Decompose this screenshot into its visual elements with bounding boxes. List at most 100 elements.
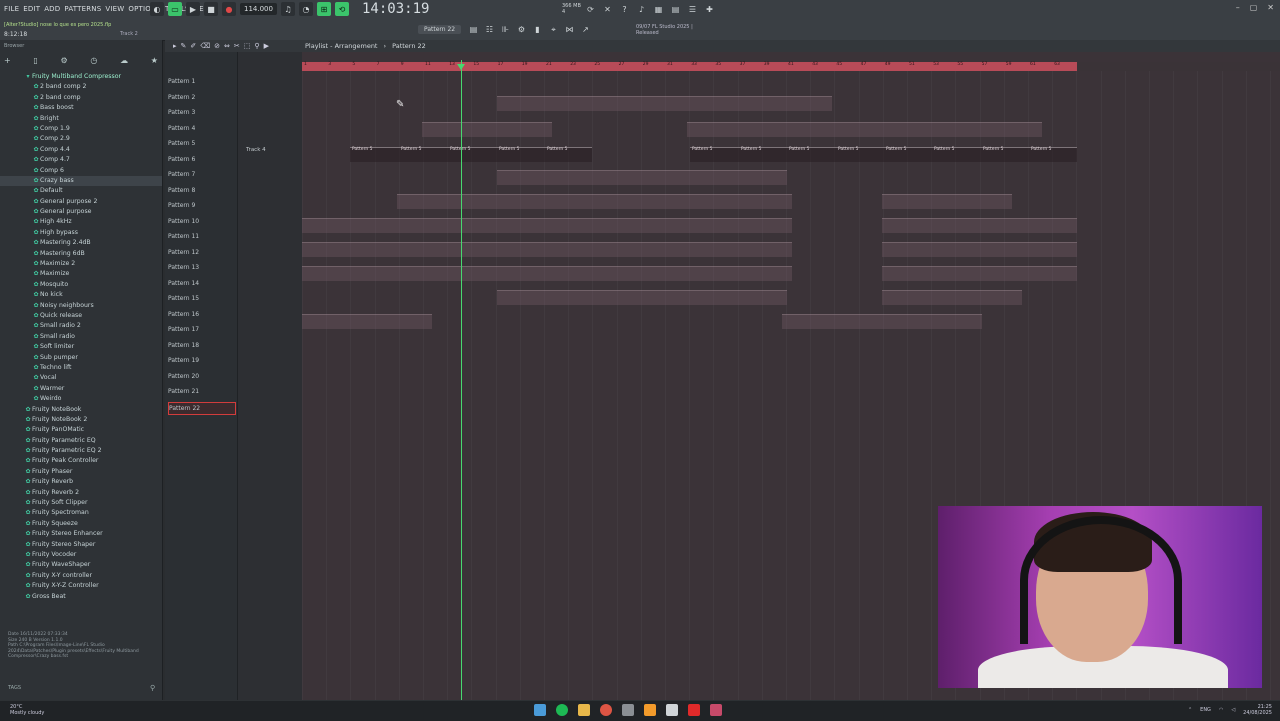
browser-item[interactable]: ✿ Fruity Spectroman bbox=[0, 508, 162, 518]
stop-button[interactable]: ■ bbox=[204, 2, 218, 16]
browser-item[interactable]: ✿ Fruity NoteBook 2 bbox=[0, 415, 162, 425]
menu-item[interactable]: FILE bbox=[4, 5, 19, 13]
playlist-clip[interactable] bbox=[882, 218, 1077, 233]
wifi-icon[interactable]: ◠ bbox=[1219, 707, 1223, 713]
language-indicator[interactable]: ENG bbox=[1200, 707, 1211, 713]
lock-icon[interactable]: ▮ bbox=[532, 24, 543, 35]
pencil-icon[interactable]: ✎ bbox=[181, 42, 187, 50]
browser-folder[interactable]: ▾ Fruity Multiband Compressor bbox=[0, 72, 162, 82]
app-icon[interactable] bbox=[622, 704, 634, 716]
calendar-icon[interactable] bbox=[666, 704, 678, 716]
browser-item[interactable]: ✿ Weirdo bbox=[0, 394, 162, 404]
loop-record-icon[interactable]: ⟲ bbox=[334, 2, 349, 16]
browser-item[interactable]: ✿ Comp 4.7 bbox=[0, 155, 162, 165]
playlist-clip[interactable] bbox=[497, 96, 832, 111]
pattern-list-item[interactable]: Pattern 3 bbox=[168, 107, 234, 118]
browser-item[interactable]: ✿ No kick bbox=[0, 290, 162, 300]
browser-item[interactable]: ✿ Warmer bbox=[0, 384, 162, 394]
playlist-clip[interactable] bbox=[782, 314, 982, 329]
refresh-icon[interactable]: ⟳ bbox=[585, 4, 596, 15]
pattern-list-item[interactable]: Pattern 9 bbox=[168, 200, 234, 211]
browser-item[interactable]: ✿ Bass boost bbox=[0, 103, 162, 113]
browser-item[interactable]: ✿ Comp 6 bbox=[0, 166, 162, 176]
snap-icon[interactable]: ↗ bbox=[580, 24, 591, 35]
pattern-list-item[interactable]: Pattern 6 bbox=[168, 154, 234, 165]
pattern-list-item[interactable]: Pattern 2 bbox=[168, 92, 234, 103]
browser-item[interactable]: ✿ Maximize bbox=[0, 269, 162, 279]
maximize-icon[interactable]: ▢ bbox=[1250, 3, 1258, 12]
time-display[interactable]: 14:03:19 bbox=[362, 1, 429, 17]
browser-item[interactable]: ✿ High bypass bbox=[0, 228, 162, 238]
browser-item[interactable]: ✿ Fruity Parametric EQ 2 bbox=[0, 446, 162, 456]
browser-item[interactable]: ✿ Fruity Parametric EQ bbox=[0, 436, 162, 446]
mixer2-icon[interactable]: ⊪ bbox=[500, 24, 511, 35]
browser-item[interactable]: ✿ Fruity X-Y controller bbox=[0, 571, 162, 581]
playhead[interactable] bbox=[461, 60, 462, 700]
close-icon[interactable]: ✕ bbox=[1267, 3, 1274, 12]
fl-studio-icon[interactable] bbox=[644, 704, 656, 716]
tools-icon[interactable]: ✕ bbox=[602, 4, 613, 15]
browser-icon[interactable]: ☰ bbox=[687, 4, 698, 15]
pattern-list-item[interactable]: Pattern 8 bbox=[168, 185, 234, 196]
playlist-icon[interactable]: ▤ bbox=[468, 24, 479, 35]
track-4-label[interactable]: Track 4 bbox=[246, 147, 266, 153]
timeline-ruler-end[interactable] bbox=[1077, 62, 1280, 71]
tempo-display[interactable]: 114.000 bbox=[240, 3, 277, 15]
browser-item[interactable]: ✿ Sub pumper bbox=[0, 353, 162, 363]
browser-item[interactable]: ✿ Fruity Soft Clipper bbox=[0, 498, 162, 508]
pattern-song-toggle[interactable]: ◐ bbox=[150, 2, 164, 16]
browser-item[interactable]: ✿ Mastering 2.4dB bbox=[0, 238, 162, 248]
browser-item[interactable]: ✿ Maximize 2 bbox=[0, 259, 162, 269]
browser-item[interactable]: ✿ Fruity Squeeze bbox=[0, 519, 162, 529]
browser-item[interactable]: ✿ Fruity Stereo Shaper bbox=[0, 540, 162, 550]
playlist-clip[interactable] bbox=[882, 242, 1077, 257]
blend-notes-icon[interactable]: ⊞ bbox=[316, 2, 331, 16]
help-icon[interactable]: ? bbox=[619, 4, 630, 15]
pattern-list-item[interactable]: Pattern 7 bbox=[168, 169, 234, 180]
news-panel[interactable]: 09/07 FL Studio 2025 | Released bbox=[636, 24, 693, 36]
browser-item[interactable]: ✿ Fruity PanOMatic bbox=[0, 425, 162, 435]
playback-icon[interactable]: ▶ bbox=[264, 42, 269, 50]
playlist-clip[interactable] bbox=[302, 266, 792, 281]
menu-item[interactable]: PATTERNS bbox=[64, 5, 101, 13]
marker-icon[interactable]: ⌖ bbox=[548, 24, 559, 35]
pattern-selector[interactable]: Pattern 22 bbox=[418, 25, 462, 34]
plugin-icon[interactable]: ✚ bbox=[704, 4, 715, 15]
playlist-clip[interactable] bbox=[302, 242, 792, 257]
channel-rack-icon[interactable]: ☷ bbox=[484, 24, 495, 35]
browser-item[interactable]: ✿ Fruity Stereo Enhancer bbox=[0, 529, 162, 539]
browser-item[interactable]: ✿ Crazy bass bbox=[0, 175, 162, 187]
browser-item[interactable]: ✿ Mosquito bbox=[0, 280, 162, 290]
play-button[interactable]: ▶ bbox=[186, 2, 200, 16]
browser-item[interactable]: ✿ Soft limiter bbox=[0, 342, 162, 352]
wait-icon[interactable]: ◔ bbox=[298, 2, 313, 16]
slice-icon[interactable]: ✂ bbox=[234, 42, 240, 50]
mute-icon[interactable]: ⊘ bbox=[214, 42, 220, 50]
browser-item[interactable]: ✿ Fruity Vocoder bbox=[0, 550, 162, 560]
piano-icon[interactable]: ▤ bbox=[670, 4, 681, 15]
browser-item[interactable]: ✿ Mastering 6dB bbox=[0, 249, 162, 259]
playlist-clip[interactable] bbox=[882, 194, 1012, 209]
browser-item[interactable]: ✿ Small radio bbox=[0, 332, 162, 342]
menu-item[interactable]: EDIT bbox=[23, 5, 40, 13]
browser-item[interactable]: ✿ 2 band comp 2 bbox=[0, 82, 162, 92]
browser-item[interactable]: ✿ Default bbox=[0, 186, 162, 196]
spotify-icon[interactable] bbox=[556, 704, 568, 716]
browser-item[interactable]: ✿ Vocal bbox=[0, 373, 162, 383]
volume-icon[interactable]: ◁ bbox=[1231, 707, 1235, 713]
browser-item[interactable]: ✿ Noisy neighbours bbox=[0, 301, 162, 311]
windows-start-icon[interactable] bbox=[534, 704, 546, 716]
chevron-up-icon[interactable]: ⌃ bbox=[1188, 707, 1192, 713]
delete-icon[interactable]: ⌫ bbox=[200, 42, 210, 50]
browser-item[interactable]: ✿ Fruity Reverb 2 bbox=[0, 488, 162, 498]
browser-add-icon[interactable]: + bbox=[4, 56, 11, 68]
browser-item[interactable]: ✿ Comp 2.9 bbox=[0, 134, 162, 144]
browser-item[interactable]: ✿ General purpose 2 bbox=[0, 197, 162, 207]
plug-icon[interactable]: ⚙ bbox=[516, 24, 527, 35]
playhead-marker[interactable] bbox=[457, 64, 465, 70]
playlist-menu-icon[interactable]: ▸ bbox=[173, 42, 177, 50]
mic-icon[interactable]: ♪ bbox=[636, 4, 647, 15]
file-explorer-icon[interactable] bbox=[578, 704, 590, 716]
song-mode-button[interactable]: ▭ bbox=[168, 2, 182, 16]
mixer-icon[interactable]: ▦ bbox=[653, 4, 664, 15]
